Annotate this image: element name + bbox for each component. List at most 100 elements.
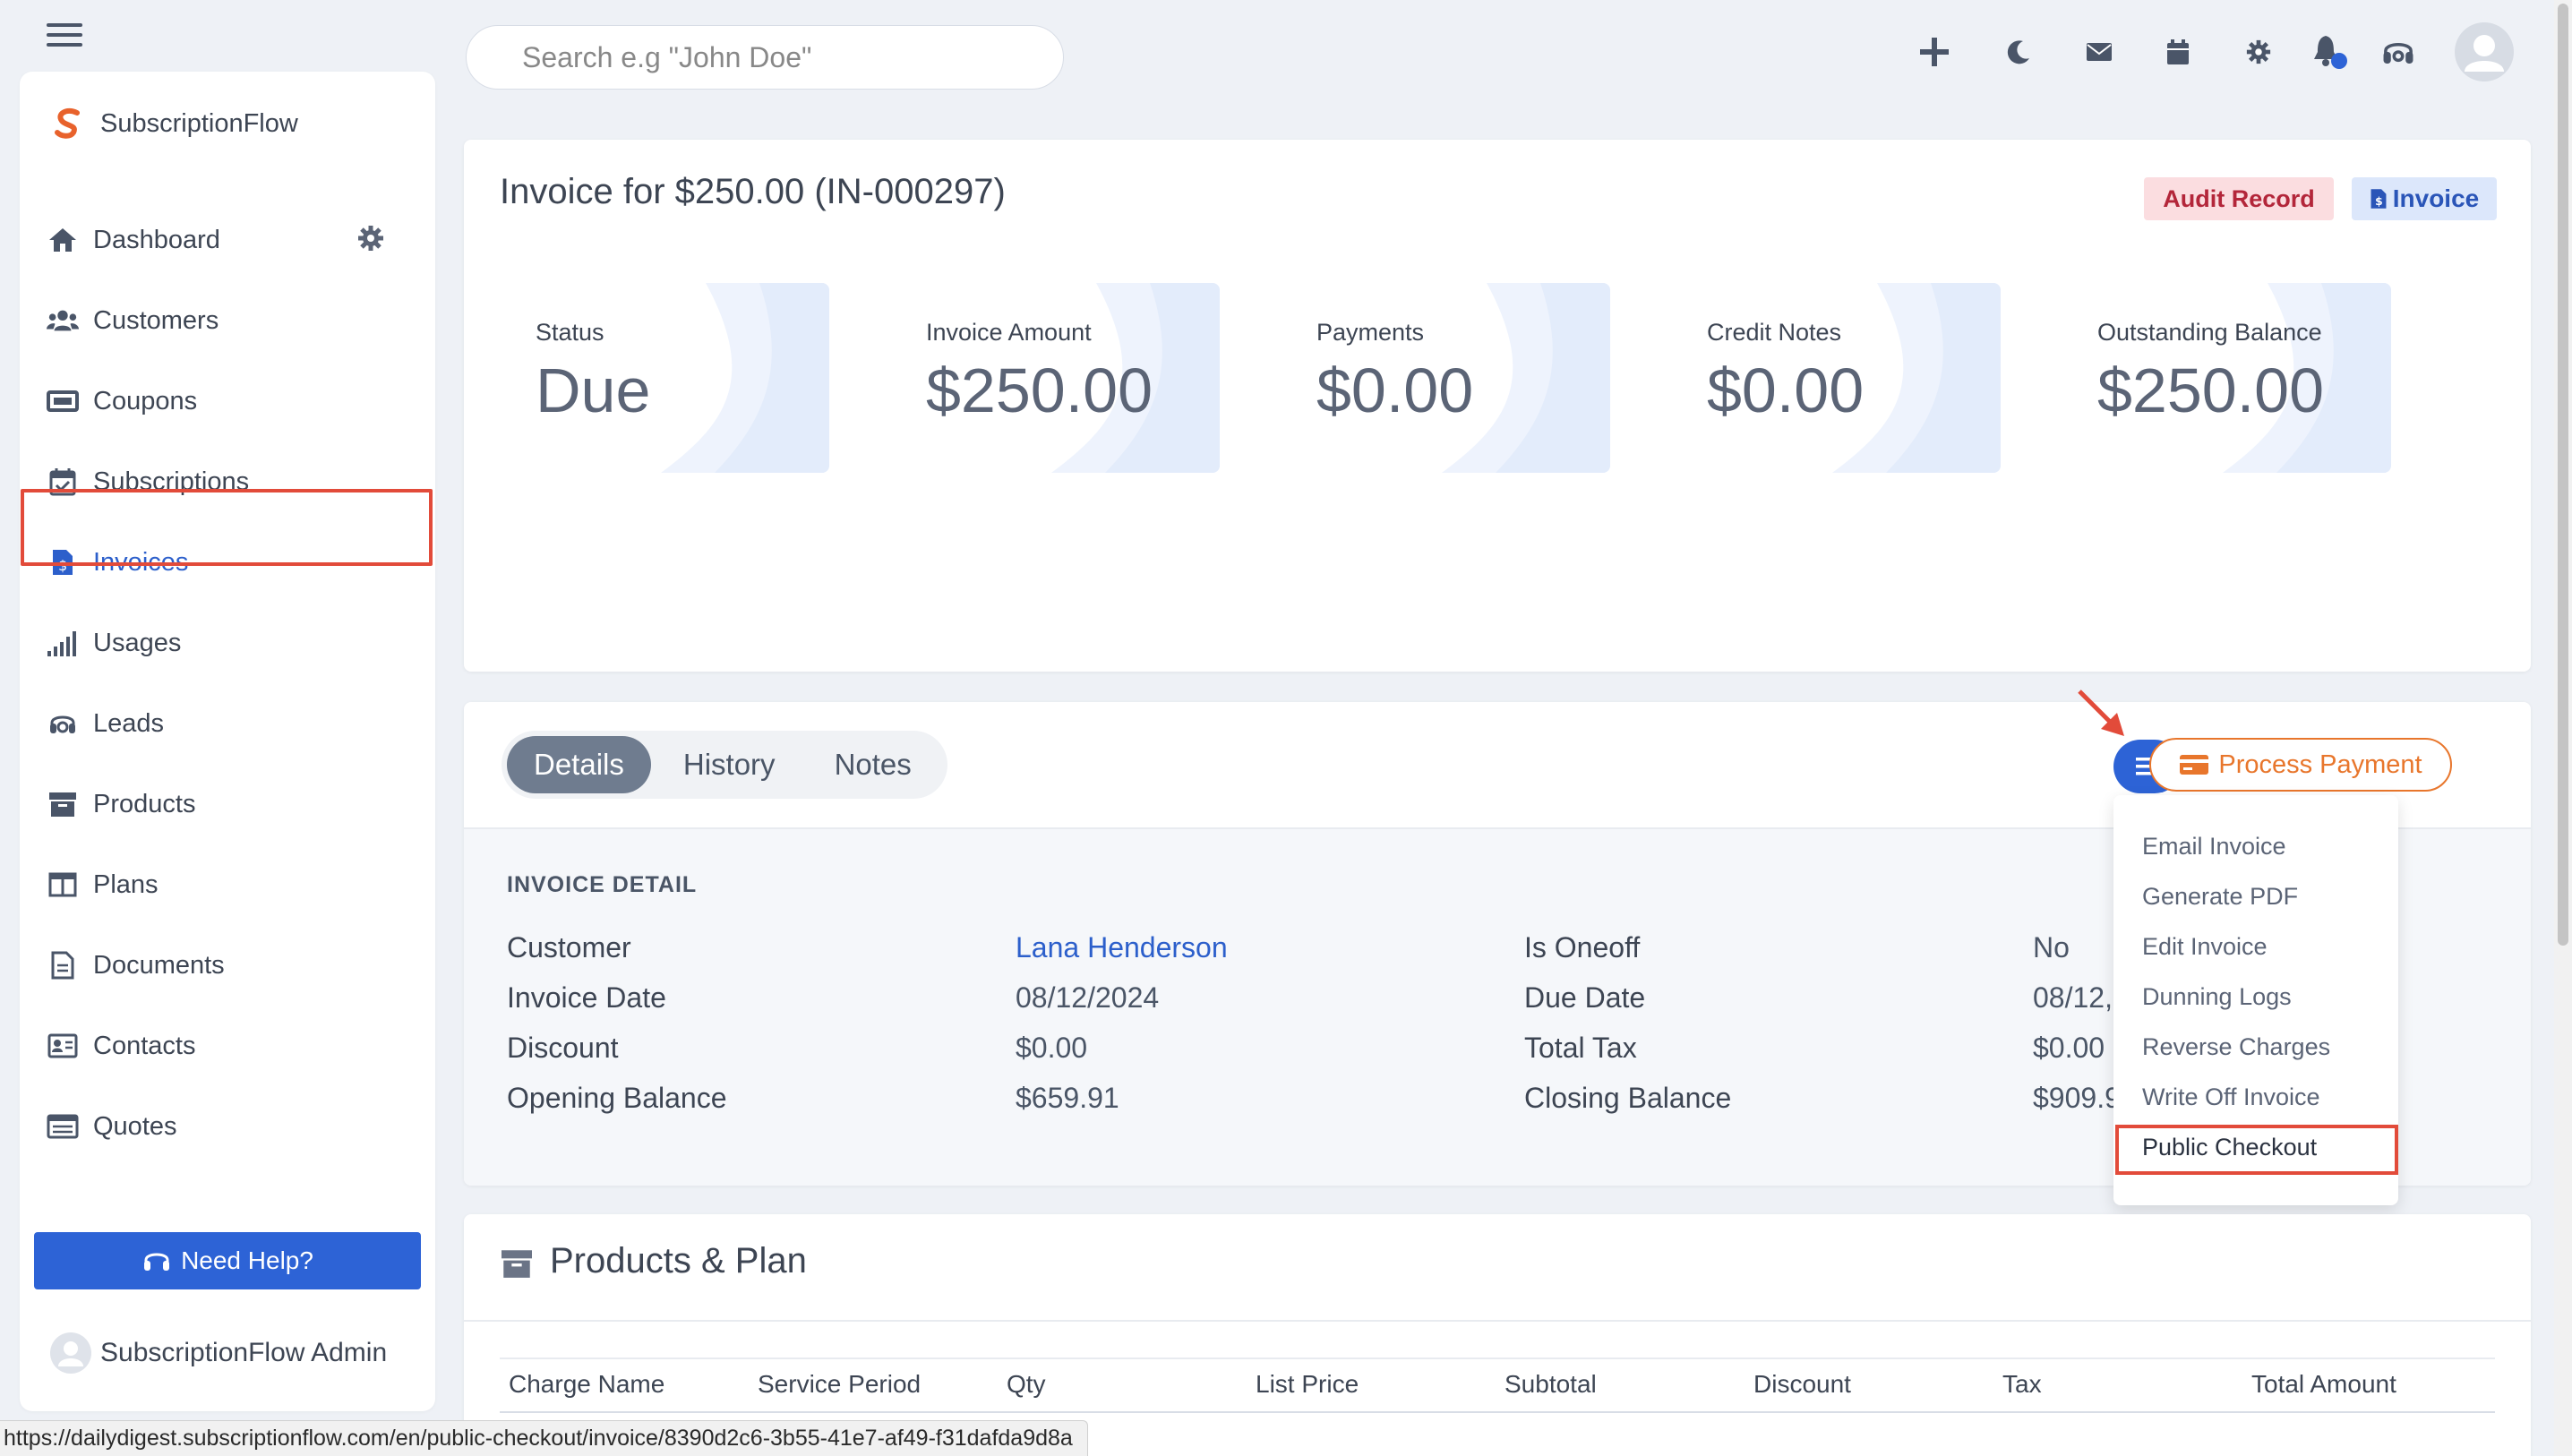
sidebar-item-contacts[interactable]: Contacts	[20, 1010, 435, 1082]
scrollbar-thumb[interactable]	[2558, 4, 2568, 946]
contact-card-icon	[47, 1030, 79, 1062]
stat-value: $250.00	[926, 355, 1153, 425]
menu-item-edit-invoice[interactable]: Edit Invoice	[2142, 933, 2268, 961]
sidebar-item-label: Products	[93, 789, 196, 818]
sidebar-item-dashboard[interactable]: Dashboard	[20, 204, 435, 276]
invoice-badge-label: Invoice	[2392, 184, 2480, 212]
sidebar-item-label: Plans	[93, 869, 159, 899]
stat-value: $250.00	[2097, 355, 2325, 425]
detail-value: No	[2033, 931, 2070, 964]
tab-history[interactable]: History	[656, 736, 802, 793]
divider	[464, 1320, 2531, 1322]
sidebar-item-customers[interactable]: Customers	[20, 285, 435, 356]
columns-icon	[47, 869, 79, 901]
sidebar-item-products[interactable]: Products	[20, 768, 435, 840]
avatar[interactable]	[2454, 21, 2515, 87]
column-header[interactable]: Tax	[2002, 1370, 2042, 1399]
detail-value: $0.00	[1016, 1032, 1088, 1064]
invoice-badge[interactable]: $ Invoice	[2352, 177, 2497, 220]
stat-value: $0.00	[1707, 355, 1865, 425]
sidebar-item-quotes[interactable]: Quotes	[20, 1091, 435, 1162]
sidebar-item-label: Contacts	[93, 1031, 196, 1060]
stat-label: Payments	[1316, 319, 1425, 346]
stat-credit-notes: Credit Notes $0.00	[1671, 283, 2001, 473]
avatar	[50, 1332, 91, 1374]
column-header[interactable]: Total Amount	[2251, 1370, 2396, 1399]
menu-item-public-checkout[interactable]: Public Checkout	[2142, 1134, 2317, 1161]
tab-details[interactable]: Details	[507, 736, 651, 793]
column-header[interactable]: Qty	[1007, 1370, 1046, 1399]
detail-label: Is Oneoff	[1524, 931, 1641, 964]
sidebar-item-coupons[interactable]: Coupons	[20, 365, 435, 437]
sidebar-item-leads[interactable]: Leads	[20, 688, 435, 759]
menu-item-write-off-invoice[interactable]: Write Off Invoice	[2142, 1083, 2320, 1111]
status-bar-url: https://dailydigest.subscriptionflow.com…	[0, 1420, 1088, 1456]
add-icon[interactable]	[1915, 32, 1954, 72]
column-header[interactable]: Discount	[1753, 1370, 1851, 1399]
stat-label: Outstanding Balance	[2097, 319, 2322, 346]
detail-label: Total Tax	[1524, 1032, 1637, 1064]
process-payment-label: Process Payment	[2218, 749, 2422, 779]
actions-dropdown: Email Invoice Generate PDF Edit Invoice …	[2113, 795, 2398, 1205]
sidebar-item-label: Customers	[93, 305, 219, 335]
stat-label: Invoice Amount	[926, 319, 1092, 346]
stat-value: Due	[536, 355, 651, 425]
gear-icon[interactable]	[2239, 32, 2278, 72]
audit-record-badge[interactable]: Audit Record	[2144, 177, 2334, 220]
detail-value: $659.91	[1016, 1082, 1119, 1114]
stat-payments: Payments $0.00	[1281, 283, 1610, 473]
hamburger-menu-icon[interactable]	[47, 23, 82, 48]
process-payment-button[interactable]: Process Payment	[2149, 738, 2452, 792]
need-help-label: Need Help?	[181, 1246, 313, 1274]
sidebar-item-label: Dashboard	[93, 225, 220, 254]
need-help-button[interactable]: Need Help?	[34, 1232, 421, 1289]
menu-item-dunning-logs[interactable]: Dunning Logs	[2142, 983, 2292, 1011]
customer-link[interactable]: Lana Henderson	[1016, 931, 1228, 964]
sidebar-item-label: Invoices	[93, 547, 189, 577]
archive-box-icon	[47, 788, 79, 820]
sidebar: SubscriptionFlow Dashboard Customers Cou…	[20, 72, 435, 1411]
menu-item-generate-pdf[interactable]: Generate PDF	[2142, 883, 2298, 911]
ticket-icon	[47, 385, 79, 417]
invoice-summary-card: Invoice for $250.00 (IN-000297) Audit Re…	[464, 140, 2531, 672]
divider	[500, 1358, 2495, 1359]
brand[interactable]: SubscriptionFlow	[50, 106, 298, 141]
calendar-icon[interactable]	[2158, 32, 2198, 72]
user-name: SubscriptionFlow Admin	[100, 1338, 388, 1367]
logo-icon	[55, 107, 80, 139]
sidebar-item-label: Coupons	[93, 386, 198, 415]
search-input[interactable]	[466, 25, 1064, 90]
column-header[interactable]: Service Period	[758, 1370, 921, 1399]
sidebar-item-subscriptions[interactable]: Subscriptions	[20, 446, 435, 518]
sidebar-item-plans[interactable]: Plans	[20, 849, 435, 921]
tab-bar: Details History Notes	[502, 731, 947, 799]
detail-label: Customer	[507, 931, 631, 964]
moon-icon[interactable]	[1999, 32, 2038, 72]
gear-icon[interactable]	[356, 224, 385, 260]
detail-value: $909.9	[2033, 1082, 2121, 1114]
sidebar-item-label: Documents	[93, 950, 225, 980]
sidebar-user[interactable]: SubscriptionFlow Admin	[50, 1332, 387, 1374]
document-icon	[47, 949, 79, 981]
mail-icon[interactable]	[2079, 32, 2119, 72]
sidebar-item-documents[interactable]: Documents	[20, 929, 435, 1001]
menu-item-email-invoice[interactable]: Email Invoice	[2142, 833, 2286, 861]
detail-value: 08/12/2024	[1016, 981, 1160, 1014]
bell-icon[interactable]	[2311, 32, 2350, 72]
column-header[interactable]: Subtotal	[1505, 1370, 1597, 1399]
calendar-check-icon	[47, 466, 79, 498]
column-header[interactable]: Charge Name	[509, 1370, 664, 1399]
headset-icon[interactable]	[2379, 32, 2418, 72]
stat-outstanding-balance: Outstanding Balance $250.00	[2062, 283, 2391, 473]
divider	[500, 1411, 2495, 1413]
svg-text:$: $	[2375, 195, 2383, 208]
sidebar-item-invoices[interactable]: $ Invoices	[20, 527, 435, 598]
menu-item-reverse-charges[interactable]: Reverse Charges	[2142, 1033, 2330, 1061]
section-title: Products & Plan	[550, 1241, 807, 1280]
stat-label: Status	[536, 319, 604, 346]
sidebar-item-usages[interactable]: Usages	[20, 607, 435, 679]
column-header[interactable]: List Price	[1256, 1370, 1359, 1399]
detail-label: Discount	[507, 1032, 619, 1064]
tab-notes[interactable]: Notes	[808, 736, 939, 793]
sidebar-item-label: Usages	[93, 628, 182, 657]
